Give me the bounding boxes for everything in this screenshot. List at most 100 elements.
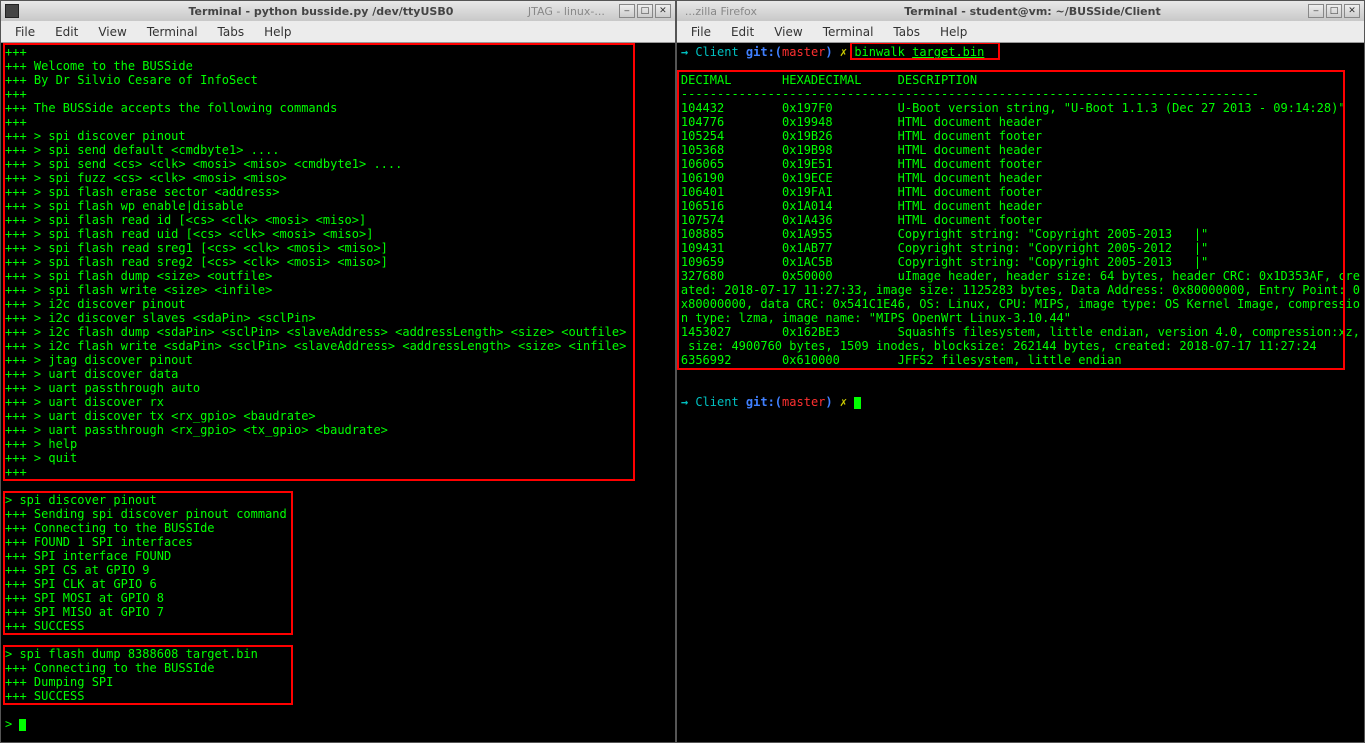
command: binwalk (854, 45, 912, 59)
terminal-line: +++ SUCCESS (5, 689, 671, 703)
terminal-line: +++ > uart passthrough <rx_gpio> <tx_gpi… (5, 423, 671, 437)
output-row: 1453027 0x162BE3 Squashfs filesystem, li… (681, 325, 1360, 339)
titlebar-left[interactable]: Terminal - python busside.py /dev/ttyUSB… (1, 1, 675, 21)
titlebar-right[interactable]: ...zilla Firefox Terminal - student@vm: … (677, 1, 1364, 21)
close-button[interactable]: ✕ (655, 4, 671, 18)
menu-tabs[interactable]: Tabs (883, 23, 930, 41)
menu-file[interactable]: File (5, 23, 45, 41)
terminal-line: +++ SUCCESS (5, 619, 671, 633)
menu-terminal[interactable]: Terminal (813, 23, 884, 41)
terminal-line: +++ Connecting to the BUSSIde (5, 661, 671, 675)
terminal-line: +++ Sending spi discover pinout command (5, 507, 671, 521)
output-row: 104432 0x197F0 U-Boot version string, "U… (681, 101, 1360, 115)
output-rule: ----------------------------------------… (681, 87, 1360, 101)
menu-help[interactable]: Help (254, 23, 301, 41)
terminal-line: +++ > i2c flash write <sdaPin> <sclPin> … (5, 339, 671, 353)
output-row: 107574 0x1A436 HTML document footer (681, 213, 1360, 227)
git-dirty-icon: ✗ (840, 45, 854, 59)
maximize-button[interactable]: □ (1326, 4, 1342, 18)
git-branch: master (782, 45, 825, 59)
menubar-right: File Edit View Terminal Tabs Help (677, 21, 1364, 43)
output-row: 109431 0x1AB77 Copyright string: "Copyri… (681, 241, 1360, 255)
git-dirty-icon: ✗ (840, 395, 854, 409)
binwalk-output: DECIMAL HEXADECIMAL DESCRIPTION---------… (681, 73, 1360, 367)
terminal-line: +++ > uart discover rx (5, 395, 671, 409)
output-row: x80000000, data CRC: 0x541C1E46, OS: Lin… (681, 297, 1360, 311)
terminal-line: +++ > spi flash erase sector <address> (5, 185, 671, 199)
terminal-line: > spi discover pinout (5, 493, 671, 507)
terminal-body-left[interactable]: ++++++ Welcome to the BUSSide+++ By Dr S… (1, 43, 675, 742)
terminal-line: +++ > uart passthrough auto (5, 381, 671, 395)
terminal-line: +++ > spi flash read sreg1 [<cs> <clk> <… (5, 241, 671, 255)
output-row: ated: 2018-07-17 11:27:33, image size: 1… (681, 283, 1360, 297)
terminal-line: > spi flash dump 8388608 target.bin (5, 647, 671, 661)
terminal-line: +++ SPI MISO at GPIO 7 (5, 605, 671, 619)
prompt-line[interactable]: → Client git:(master) ✗ (681, 395, 1360, 409)
maximize-button[interactable]: □ (637, 4, 653, 18)
terminal-line: +++ > uart discover tx <rx_gpio> <baudra… (5, 409, 671, 423)
git-branch: master (782, 395, 825, 409)
prompt-line: → Client git:(master) ✗ binwalk target.b… (681, 45, 1360, 59)
window-buttons-left: ‒ □ ✕ (619, 4, 671, 18)
terminal-line: +++ > spi flash write <size> <infile> (5, 283, 671, 297)
menu-edit[interactable]: Edit (45, 23, 88, 41)
terminal-line: +++ Welcome to the BUSSide (5, 59, 671, 73)
output-row: 106190 0x19ECE HTML document header (681, 171, 1360, 185)
output-row: 106516 0x1A014 HTML document header (681, 199, 1360, 213)
output-row: 106401 0x19FA1 HTML document footer (681, 185, 1360, 199)
menu-view[interactable]: View (88, 23, 136, 41)
command-wrap: binwalk target.bin (854, 45, 984, 59)
output-row: 106065 0x19E51 HTML document footer (681, 157, 1360, 171)
output-row: 104776 0x19948 HTML document header (681, 115, 1360, 129)
cwd: Client (695, 395, 738, 409)
cwd: Client (695, 45, 738, 59)
menu-view[interactable]: View (764, 23, 812, 41)
terminal-line: +++ (5, 45, 671, 59)
terminal-line: +++ > spi flash read id [<cs> <clk> <mos… (5, 213, 671, 227)
minimize-button[interactable]: ‒ (1308, 4, 1324, 18)
minimize-button[interactable]: ‒ (619, 4, 635, 18)
menu-terminal[interactable]: Terminal (137, 23, 208, 41)
arrow-icon: → (681, 395, 695, 409)
prompt-line[interactable]: > (5, 717, 671, 731)
command-arg: target.bin (912, 45, 984, 59)
output-row: 105368 0x19B98 HTML document header (681, 143, 1360, 157)
menu-help[interactable]: Help (930, 23, 977, 41)
git-label: git:( (739, 45, 782, 59)
terminal-line: +++ (5, 87, 671, 101)
terminal-line: +++ SPI CLK at GPIO 6 (5, 577, 671, 591)
terminal-line: +++ > spi flash read uid [<cs> <clk> <mo… (5, 227, 671, 241)
cursor-icon (854, 397, 861, 409)
terminal-line: +++ > spi flash dump <size> <outfile> (5, 269, 671, 283)
close-button[interactable]: ✕ (1344, 4, 1360, 18)
terminal-line (5, 703, 671, 717)
git-close: ) (825, 395, 839, 409)
menu-tabs[interactable]: Tabs (208, 23, 255, 41)
git-label: git:( (739, 395, 782, 409)
terminal-line: +++ FOUND 1 SPI interfaces (5, 535, 671, 549)
cursor-icon (19, 719, 26, 731)
terminal-line: +++ SPI MOSI at GPIO 8 (5, 591, 671, 605)
terminal-line: +++ Connecting to the BUSSIde (5, 521, 671, 535)
output-row: 327680 0x50000 uImage header, header siz… (681, 269, 1360, 283)
terminal-body-right[interactable]: → Client git:(master) ✗ binwalk target.b… (677, 43, 1364, 742)
menu-file[interactable]: File (681, 23, 721, 41)
terminal-line: +++ > spi flash read sreg2 [<cs> <clk> <… (5, 255, 671, 269)
terminal-line: +++ SPI interface FOUND (5, 549, 671, 563)
terminal-line (681, 367, 1360, 381)
window-title-right: Terminal - student@vm: ~/BUSSide/Client (757, 5, 1308, 18)
terminal-line: +++ > i2c discover slaves <sdaPin> <sclP… (5, 311, 671, 325)
arrow-icon: → (681, 45, 695, 59)
terminal-line: +++ > uart discover data (5, 367, 671, 381)
terminal-line: +++ > jtag discover pinout (5, 353, 671, 367)
output-row: n type: lzma, image name: "MIPS OpenWrt … (681, 311, 1360, 325)
terminal-line: +++ (5, 115, 671, 129)
spi-dump-block: > spi flash dump 8388608 target.bin+++ C… (5, 647, 671, 703)
terminal-window-left: Terminal - python busside.py /dev/ttyUSB… (0, 0, 676, 743)
terminal-line: +++ > i2c flash dump <sdaPin> <sclPin> <… (5, 325, 671, 339)
terminal-line: +++ > spi send <cs> <clk> <mosi> <miso> … (5, 157, 671, 171)
menubar-left: File Edit View Terminal Tabs Help (1, 21, 675, 43)
output-row: 108885 0x1A955 Copyright string: "Copyri… (681, 227, 1360, 241)
help-output-block: ++++++ Welcome to the BUSSide+++ By Dr S… (5, 45, 671, 479)
menu-edit[interactable]: Edit (721, 23, 764, 41)
